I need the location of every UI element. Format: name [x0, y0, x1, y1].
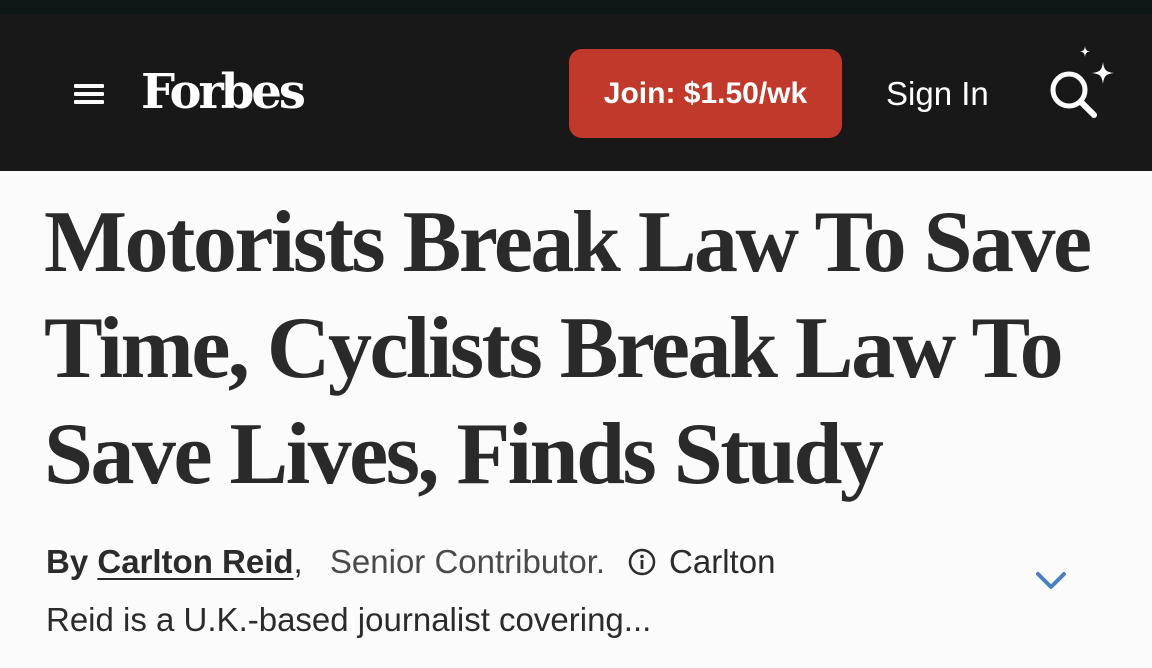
forbes-logo[interactable]: Forbes — [141, 64, 306, 120]
join-subscription-button[interactable]: Join: $1.50/wk — [569, 49, 842, 138]
chevron-down-icon[interactable] — [1031, 565, 1071, 595]
status-strip — [0, 0, 1152, 14]
headline-line: Save Lives, Finds Study — [44, 406, 884, 503]
byline-comma: , — [293, 543, 303, 580]
info-circle-icon[interactable] — [627, 537, 657, 576]
sign-in-link[interactable]: Sign In — [886, 74, 989, 114]
author-role: Senior Contributor. — [329, 543, 606, 580]
article-byline: By Carlton Reid, Senior Contributor. Carl… — [46, 533, 1006, 649]
author-name-link[interactable]: Carlton Reid — [97, 543, 293, 580]
hamburger-menu-icon[interactable] — [74, 82, 104, 106]
ai-search-icon[interactable] — [1044, 44, 1118, 120]
author-bio-start: Carlton — [669, 543, 776, 580]
headline-line: Motorists Break Law To Save — [44, 194, 1092, 291]
headline-line: Time, Cyclists Break Law To — [44, 300, 1064, 397]
article-headline: Motorists Break Law To Save Time, Cyclis… — [44, 190, 1124, 508]
byline-by-label: By — [46, 543, 89, 580]
author-bio-text: Reid is a U.K.-based journalist covering… — [46, 601, 652, 638]
